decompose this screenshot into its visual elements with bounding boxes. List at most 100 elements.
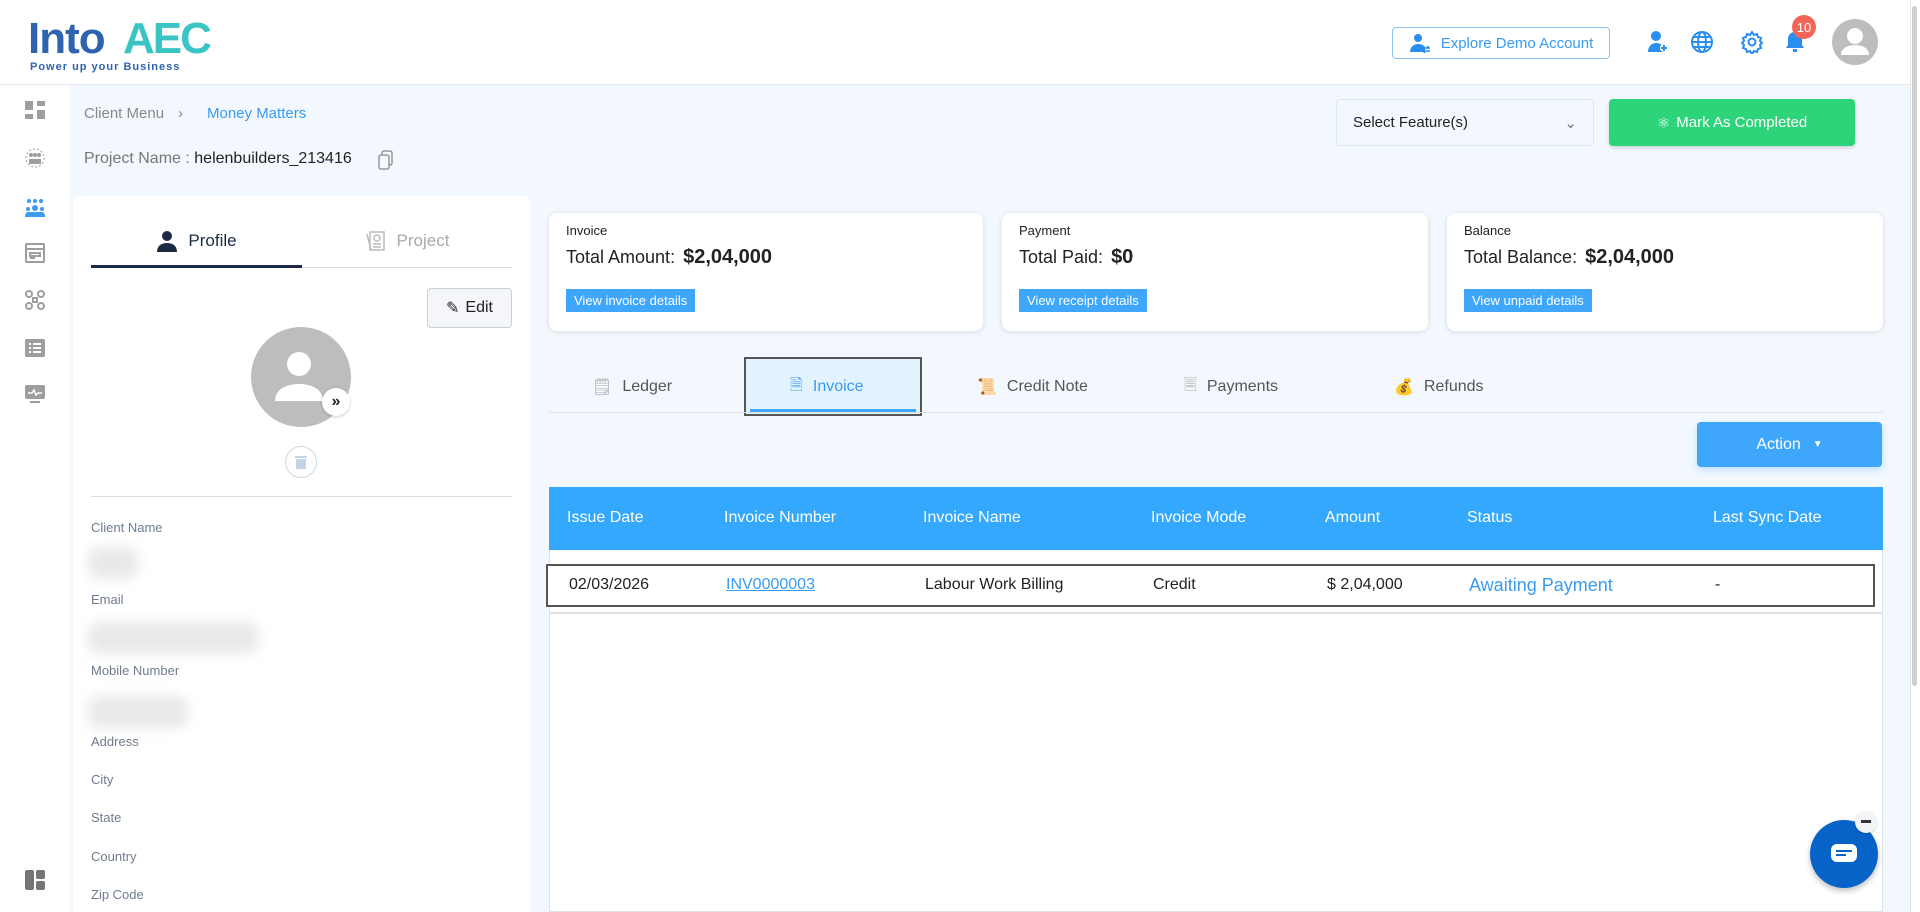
invoice-number-link[interactable]: INV0000003 [726, 576, 815, 594]
project-name: Project Name : helenbuilders_213416 [84, 150, 352, 168]
field-label-mobile: Mobile Number [91, 663, 180, 678]
payment-summary-card: Payment Total Paid: $0 View receipt detai… [1002, 213, 1428, 331]
redacted-mobile [88, 696, 188, 728]
person-icon [157, 231, 178, 252]
column-invoice-mode[interactable]: Invoice Mode [1151, 509, 1246, 527]
payments-icon: 🗏 [1184, 376, 1197, 394]
trash-icon [295, 456, 307, 469]
tab-payments[interactable]: 🗏 Payments [1184, 372, 1278, 402]
layout-icon[interactable] [20, 238, 50, 268]
tab-refunds-label: Refunds [1423, 378, 1484, 395]
card-label: Total Paid: [1019, 247, 1104, 267]
breadcrumb-client-menu[interactable]: Client Menu [84, 105, 164, 122]
top-header [0, 0, 1910, 85]
explore-demo-account-button[interactable]: Explore Demo Account [1392, 27, 1610, 59]
tab-credit-note[interactable]: 📜 Credit Note [977, 372, 1088, 402]
intoaec-logo[interactable]: Into AEC Power up your Business [28, 8, 212, 76]
column-amount[interactable]: Amount [1325, 509, 1380, 527]
field-label-client-name: Client Name [91, 520, 163, 535]
tabs-divider [549, 412, 1883, 413]
chevron-down-icon: ⌄ [1564, 114, 1577, 132]
double-chevron-right-icon[interactable]: » [322, 388, 350, 416]
caret-down-icon: ▼ [1812, 439, 1823, 450]
user-avatar[interactable] [1832, 19, 1878, 65]
list-icon[interactable] [20, 333, 50, 363]
tab-project-label: Project [396, 231, 450, 250]
edit-label: Edit [465, 299, 493, 316]
card-title: Balance [1464, 223, 1511, 238]
logo-accent: AEC [123, 14, 212, 63]
handshake-icon: ⚛ [1656, 114, 1671, 132]
invoice-icon: 🗎 [790, 376, 803, 394]
dashboard-icon[interactable] [20, 96, 50, 126]
tab-profile[interactable]: Profile [91, 215, 302, 267]
column-status[interactable]: Status [1467, 509, 1512, 527]
breadcrumb-chevron-icon: › [178, 105, 183, 122]
redacted-email [88, 622, 258, 654]
field-label-email: Email [91, 592, 124, 607]
scrollbar-thumb[interactable] [1912, 6, 1917, 686]
tab-payments-label: Payments [1206, 378, 1279, 395]
column-invoice-number[interactable]: Invoice Number [724, 509, 836, 527]
logo-tagline: Power up your Business [30, 61, 181, 73]
active-tab-indicator [91, 265, 302, 268]
profile-divider [91, 496, 512, 497]
card-value: $0 [1111, 246, 1134, 268]
globe-icon[interactable] [1688, 28, 1716, 56]
minimize-chat-icon[interactable] [1855, 811, 1877, 833]
team-icon[interactable] [20, 193, 50, 223]
tab-project[interactable]: Project [302, 215, 512, 267]
tab-ledger[interactable]: 🗒 Ledger [592, 372, 672, 402]
cell-last-sync-date: - [1715, 576, 1721, 593]
card-value: $2,04,000 [683, 246, 773, 268]
delete-photo-button[interactable] [285, 446, 317, 478]
cell-amount: $ 2,04,000 [1327, 576, 1403, 593]
table-row[interactable]: 02/03/2026 INV0000003 Labour Work Billin… [546, 564, 1875, 607]
network-icon[interactable] [20, 285, 50, 315]
cell-invoice-mode: Credit [1153, 576, 1196, 593]
card-label: Total Balance: [1464, 247, 1578, 267]
explore-label: Explore Demo Account [1440, 34, 1594, 52]
tab-invoice-label: Invoice [812, 378, 864, 395]
balance-summary-card: Balance Total Balance: $2,04,000 View unp… [1447, 213, 1883, 331]
column-last-sync-date[interactable]: Last Sync Date [1713, 509, 1822, 527]
row-separator [549, 612, 1883, 614]
view-unpaid-details-button[interactable]: View unpaid details [1464, 289, 1592, 312]
monitor-icon[interactable] [20, 379, 50, 409]
tab-credit-note-label: Credit Note [1006, 378, 1088, 395]
user-switch-icon [1409, 34, 1430, 54]
field-label-zip-code: Zip Code [91, 887, 144, 902]
mark-as-completed-button[interactable]: ⚛ Mark As Completed [1609, 99, 1855, 146]
redacted-client-name [88, 547, 138, 579]
clients-group-icon[interactable] [20, 143, 50, 173]
view-receipt-details-button[interactable]: View receipt details [1019, 289, 1147, 312]
card-title: Payment [1019, 223, 1071, 238]
notification-badge: 10 [1792, 15, 1816, 39]
mark-completed-label: Mark As Completed [1676, 114, 1808, 131]
column-invoice-name[interactable]: Invoice Name [923, 509, 1021, 527]
copy-icon[interactable] [378, 150, 394, 175]
ledger-icon: 🗒 [592, 379, 613, 396]
tab-profile-label: Profile [188, 231, 237, 250]
card-label: Total Amount: [566, 247, 676, 267]
add-user-icon[interactable] [1644, 28, 1672, 56]
card-value: $2,04,000 [1585, 246, 1675, 268]
tab-invoice[interactable]: 🗎 Invoice [790, 372, 864, 402]
chat-icon [1831, 844, 1857, 862]
panel-layout-icon[interactable] [20, 865, 50, 895]
logo-text: Into [28, 14, 106, 63]
column-issue-date[interactable]: Issue Date [567, 509, 643, 527]
breadcrumb-money-matters[interactable]: Money Matters [207, 105, 306, 122]
project-name-value: helenbuilders_213416 [194, 150, 352, 167]
action-dropdown-button[interactable]: Action ▼ [1697, 422, 1882, 467]
cell-invoice-name: Labour Work Billing [925, 576, 1064, 593]
pencil-icon: ✎ [446, 300, 460, 317]
select-feature-dropdown[interactable]: Select Feature(s) ⌄ [1336, 99, 1594, 146]
edit-profile-button[interactable]: ✎ Edit [427, 288, 512, 328]
tab-refunds[interactable]: 💰 Refunds [1394, 372, 1484, 402]
gear-icon[interactable] [1738, 28, 1766, 56]
field-label-state: State [91, 810, 122, 825]
view-invoice-details-button[interactable]: View invoice details [566, 289, 696, 312]
field-label-country: Country [91, 849, 137, 864]
cell-issue-date: 02/03/2026 [569, 576, 650, 593]
